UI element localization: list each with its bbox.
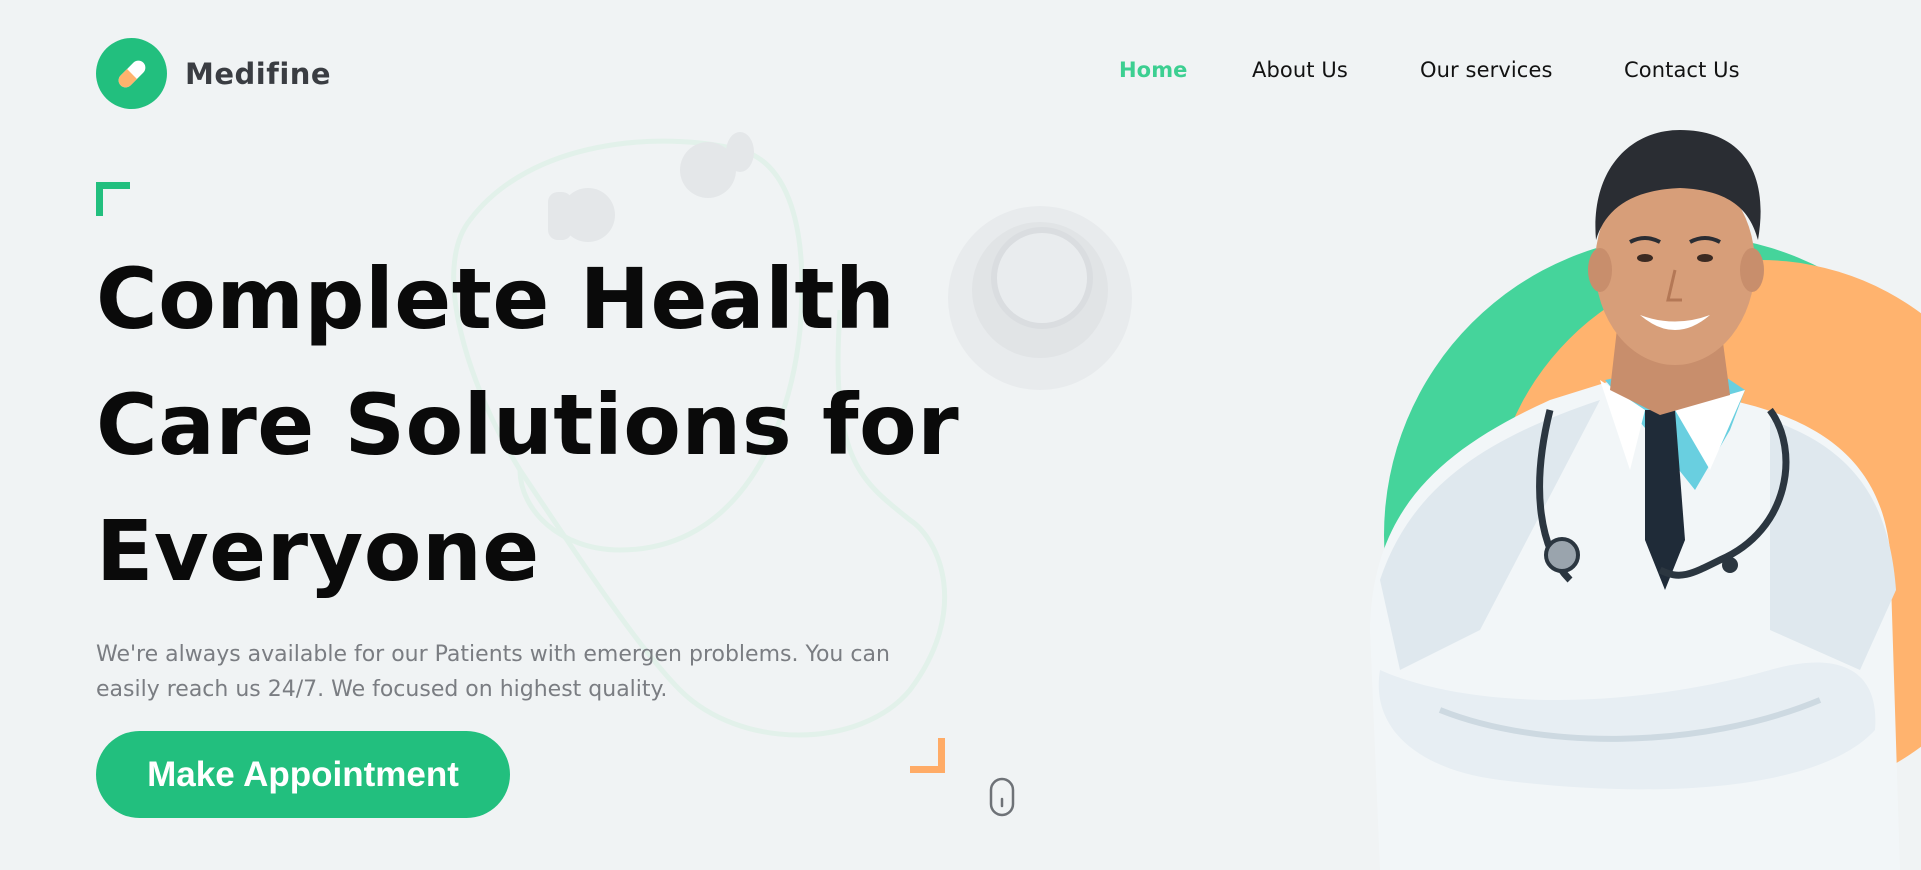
- brand-name: Medifine: [185, 56, 332, 91]
- mouse-scroll-icon[interactable]: [989, 777, 1015, 817]
- nav-contact-us[interactable]: Contact Us: [1624, 58, 1740, 82]
- headline-line: Complete Health: [96, 250, 896, 348]
- description-line: easily reach us 24/7. We focused on high…: [96, 677, 668, 702]
- brand-logo[interactable]: Medifine: [96, 38, 331, 109]
- nav-about-us[interactable]: About Us: [1252, 58, 1348, 82]
- make-appointment-button[interactable]: Make Appointment: [96, 731, 510, 818]
- corner-accent-bottom-right: [910, 738, 945, 773]
- nav-home[interactable]: Home: [1119, 58, 1188, 82]
- corner-accent-top-left: [96, 182, 130, 216]
- nav-our-services[interactable]: Our services: [1420, 58, 1553, 82]
- pill-icon: [96, 38, 167, 109]
- hero-description: We're always available for our Patients …: [96, 637, 976, 707]
- doctor-portrait: [1370, 130, 1921, 870]
- headline-line: Everyone: [96, 502, 540, 600]
- headline-line: Care Solutions for: [96, 376, 960, 474]
- hero-headline: Complete Health Care Solutions for Every…: [96, 236, 996, 614]
- description-line: We're always available for our Patients …: [96, 642, 890, 667]
